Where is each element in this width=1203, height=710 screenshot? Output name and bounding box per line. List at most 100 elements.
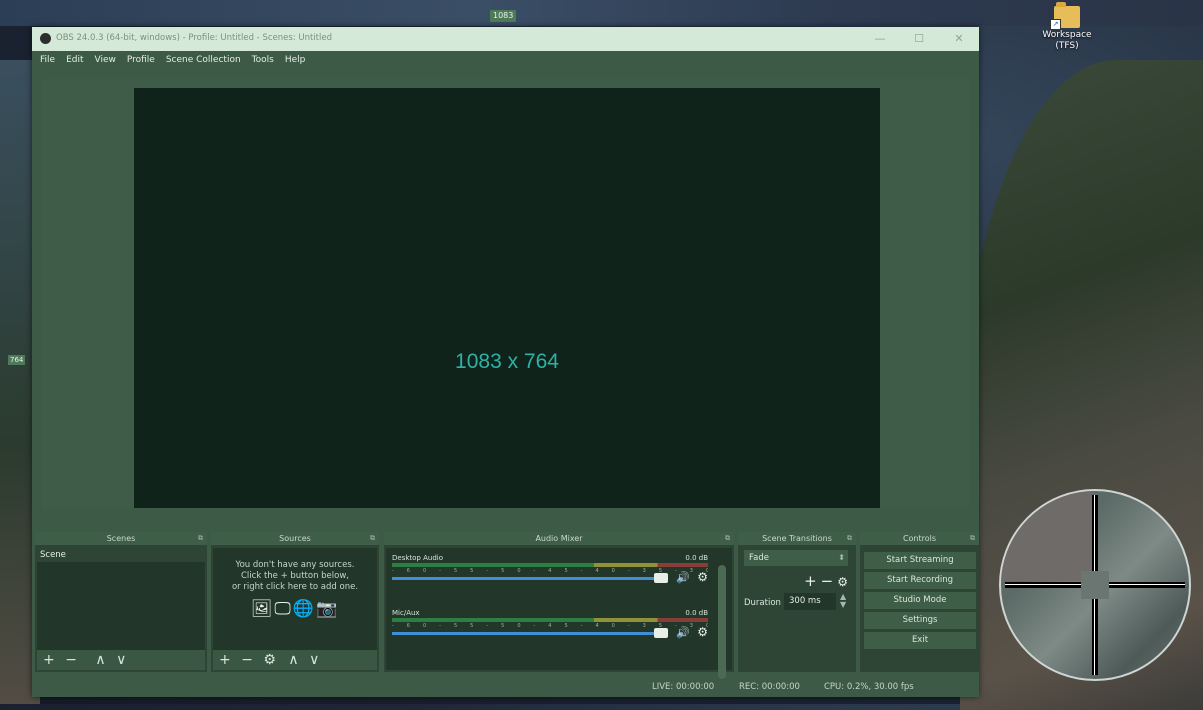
- dock-float-icon[interactable]: ⧉: [370, 532, 375, 545]
- menu-edit[interactable]: Edit: [66, 53, 83, 67]
- menu-view[interactable]: View: [95, 53, 116, 67]
- volume-meter: [392, 563, 708, 567]
- menu-file[interactable]: File: [40, 53, 55, 67]
- add-transition-icon[interactable]: +: [804, 572, 821, 590]
- rec-status: REC: 00:00:00: [739, 682, 800, 692]
- volume-slider-handle[interactable]: [654, 573, 668, 583]
- minimize-button[interactable]: —: [870, 31, 890, 47]
- audio-mixer-title: Audio Mixer: [535, 534, 583, 543]
- transition-tools: +−⚙: [804, 572, 852, 590]
- transition-select[interactable]: Fade ⬍: [744, 550, 848, 566]
- preview-canvas[interactable]: 1083 x 764: [134, 88, 880, 508]
- desktop-icon-workspace[interactable]: ↗ Workspace (TFS): [1037, 2, 1097, 52]
- cpu-status: CPU: 0.2%, 30.00 fps: [824, 682, 914, 692]
- remove-source-icon[interactable]: −: [241, 652, 253, 668]
- mixer-channel-desktop: Desktop Audio 0.0 dB -60-55-50-45-40-35-…: [392, 554, 710, 594]
- source-type-icons: 🖼🖵🌐📷: [213, 599, 377, 619]
- window-title: OBS 24.0.3 (64-bit, windows) - Profile: …: [56, 33, 332, 43]
- remove-transition-icon[interactable]: −: [821, 572, 838, 590]
- dock-float-icon[interactable]: ⧉: [198, 532, 203, 545]
- sources-dock-header: Sources ⧉: [211, 532, 379, 545]
- controls-header: Controls ⧉: [860, 532, 979, 545]
- duration-label: Duration: [744, 598, 781, 608]
- canvas-size-label: 1083 x 764: [455, 350, 559, 373]
- remove-scene-icon[interactable]: −: [65, 652, 77, 668]
- transition-gear-icon[interactable]: ⚙: [837, 575, 852, 589]
- shortcut-arrow-icon: ↗: [1050, 19, 1061, 30]
- title-bar[interactable]: OBS 24.0.3 (64-bit, windows) - Profile: …: [32, 27, 979, 51]
- move-down-icon[interactable]: ∨: [309, 652, 319, 668]
- crosshair-center: [1081, 571, 1109, 599]
- live-status: LIVE: 00:00:00: [652, 682, 715, 692]
- dock-float-icon[interactable]: ⧉: [970, 532, 975, 545]
- dock-float-icon[interactable]: ⧉: [725, 532, 730, 545]
- sources-msg-line3: or right click here to add one.: [231, 582, 359, 592]
- sources-dock: Sources ⧉ You don't have any sources. Cli…: [211, 532, 379, 672]
- folder-icon: ↗: [1050, 2, 1080, 30]
- sources-msg-line2: Click the + button below,: [240, 571, 349, 581]
- scope-shade: [1001, 491, 1093, 581]
- studio-mode-button[interactable]: Studio Mode: [864, 592, 976, 609]
- volume-meter: [392, 618, 708, 622]
- preview-area[interactable]: 1083 x 764: [42, 79, 969, 509]
- scene-transitions-dock: Scene Transitions ⧉ Fade ⬍ +−⚙ Duration 30…: [738, 532, 856, 672]
- menu-scene-collection[interactable]: Scene Collection: [166, 53, 241, 67]
- scene-transitions-title: Scene Transitions: [762, 534, 832, 543]
- crosshair-overlay: [999, 489, 1191, 681]
- mixer-scrollbar[interactable]: [718, 565, 726, 679]
- desktop-icon-label: Workspace (TFS): [1042, 30, 1092, 51]
- source-properties-icon[interactable]: ⚙: [263, 652, 276, 668]
- duration-spinner-icon[interactable]: ▲ ▼: [840, 593, 846, 609]
- globe-icon: 🌐: [292, 599, 316, 619]
- move-up-icon[interactable]: ∧: [288, 652, 298, 668]
- select-arrow-icon: ⬍: [838, 553, 845, 562]
- close-button[interactable]: ✕: [949, 31, 969, 47]
- obs-window: OBS 24.0.3 (64-bit, windows) - Profile: …: [32, 27, 979, 697]
- maximize-button[interactable]: ☐: [909, 31, 929, 47]
- menu-profile[interactable]: Profile: [127, 53, 155, 67]
- move-up-icon[interactable]: ∧: [95, 652, 105, 668]
- status-bar: LIVE: 00:00:00 REC: 00:00:00 CPU: 0.2%, …: [32, 677, 979, 697]
- sources-toolbar: + − ⚙ ∧ ∨: [213, 650, 377, 670]
- channel-name: Desktop Audio: [392, 554, 443, 562]
- start-streaming-button[interactable]: Start Streaming: [864, 552, 976, 569]
- speaker-icon[interactable]: 🔊: [676, 571, 690, 584]
- scenes-dock-header: Scenes ⧉: [35, 532, 207, 545]
- add-scene-icon[interactable]: +: [43, 652, 55, 668]
- scene-item[interactable]: Scene: [37, 548, 205, 562]
- camera-icon: 📷: [315, 599, 340, 619]
- dock-float-icon[interactable]: ⧉: [847, 532, 852, 545]
- channel-db: 0.0 dB: [685, 554, 708, 562]
- settings-button[interactable]: Settings: [864, 612, 976, 629]
- start-recording-button[interactable]: Start Recording: [864, 572, 976, 589]
- channel-name: Mic/Aux: [392, 609, 420, 617]
- menu-help[interactable]: Help: [285, 53, 306, 67]
- controls-dock: Controls ⧉ Start Streaming Start Recordin…: [860, 532, 979, 672]
- height-marker: 764: [8, 355, 26, 365]
- audio-mixer-header: Audio Mixer ⧉: [384, 532, 734, 545]
- image-icon: 🖼: [250, 599, 275, 619]
- scenes-list[interactable]: Scene: [37, 548, 205, 650]
- scene-transitions-header: Scene Transitions ⧉: [738, 532, 856, 545]
- volume-slider[interactable]: [392, 577, 660, 580]
- exit-button[interactable]: Exit: [864, 632, 976, 649]
- menu-tools[interactable]: Tools: [252, 53, 274, 67]
- speaker-icon[interactable]: 🔊: [676, 626, 690, 639]
- add-source-icon[interactable]: +: [219, 652, 231, 668]
- desktop-background-top: [0, 0, 1203, 26]
- sources-msg-line1: You don't have any sources.: [235, 560, 355, 570]
- move-down-icon[interactable]: ∨: [116, 652, 126, 668]
- sources-empty-message: You don't have any sources. Click the + …: [213, 548, 377, 593]
- gear-icon[interactable]: ⚙: [697, 570, 708, 584]
- volume-slider[interactable]: [392, 632, 660, 635]
- volume-slider-handle[interactable]: [654, 628, 668, 638]
- gear-icon[interactable]: ⚙: [697, 625, 708, 639]
- audio-mixer-dock: Audio Mixer ⧉ Desktop Audio 0.0 dB -60-55…: [384, 532, 734, 679]
- monitor-icon: 🖵: [274, 599, 293, 619]
- menu-bar: File Edit View Profile Scene Collection Tools…: [32, 53, 979, 67]
- mixer-channel-mic: Mic/Aux 0.0 dB -60-55-50-45-40-35-30-25-…: [392, 609, 710, 649]
- scenes-title: Scenes: [106, 534, 136, 543]
- scenes-dock: Scenes ⧉ Scene + − ∧ ∨: [35, 532, 207, 672]
- duration-input[interactable]: 300 ms: [784, 593, 836, 610]
- sources-list[interactable]: You don't have any sources. Click the + …: [213, 548, 377, 650]
